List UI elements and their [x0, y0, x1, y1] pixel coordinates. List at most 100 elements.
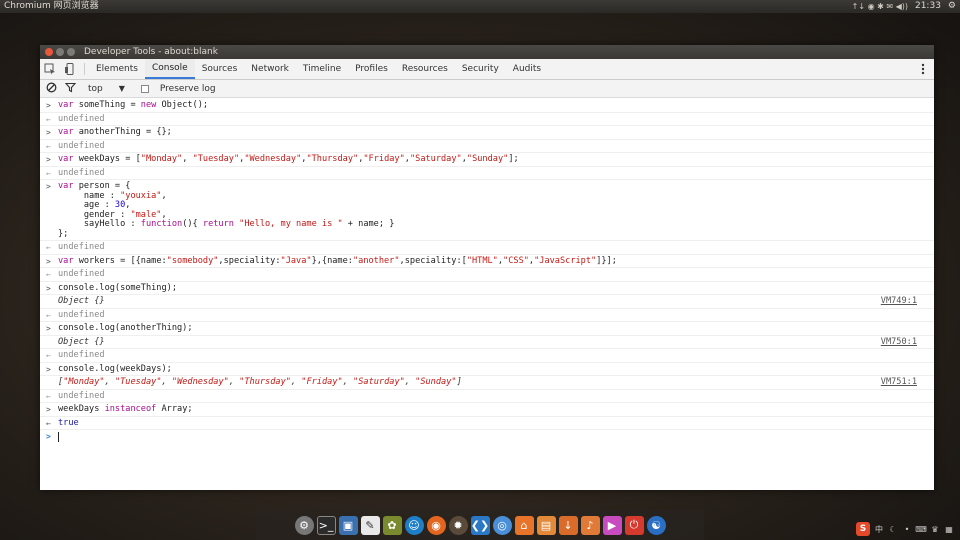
- source-link[interactable]: VM749:1: [881, 296, 917, 307]
- input-chevron-icon: >: [46, 101, 51, 110]
- console-input-line: > var weekDays = ["Monday", "Tuesday","We…: [40, 153, 934, 167]
- tray-dot-icon[interactable]: •: [902, 524, 912, 534]
- console-result-line: ← undefined: [40, 390, 934, 403]
- console-result-line: ← true: [40, 417, 934, 430]
- tab-console[interactable]: Console: [144, 59, 195, 79]
- documents-folder-icon[interactable]: ▤: [536, 515, 556, 535]
- tab-resources[interactable]: Resources: [395, 59, 455, 79]
- source-link[interactable]: VM751:1: [881, 377, 917, 388]
- result-arrow-icon: ←: [46, 270, 51, 279]
- console-input-line: > weekDays instanceof Array;: [40, 403, 934, 417]
- close-window-button[interactable]: [45, 48, 53, 56]
- input-chevron-icon: >: [46, 256, 51, 266]
- shutdown-icon[interactable]: ⏻: [624, 515, 644, 535]
- tab-audits[interactable]: Audits: [506, 59, 548, 79]
- tray-moon-icon[interactable]: ☾: [888, 524, 898, 534]
- tab-network[interactable]: Network: [244, 59, 296, 79]
- tray-icons[interactable]: ↑↓ ◉ ✱ ✉ ◀)): [852, 0, 908, 13]
- tab-sources[interactable]: Sources: [195, 59, 245, 79]
- console-result-line: ← undefined: [40, 113, 934, 126]
- input-method-icon[interactable]: S: [856, 522, 870, 536]
- window-title: Developer Tools - about:blank: [84, 47, 218, 57]
- system-tray: ↑↓ ◉ ✱ ✉ ◀)) 21:33 ⚙: [852, 0, 956, 13]
- bottom-tray: S 中 ☾ • ⌨ ♛ ▦: [856, 522, 954, 536]
- music-folder-icon[interactable]: ♪: [580, 515, 600, 535]
- console-input-line: > console.log(weekDays);: [40, 363, 934, 376]
- input-chevron-icon: >: [46, 155, 51, 164]
- source-link[interactable]: VM750:1: [881, 337, 917, 348]
- prompt-chevron-icon: >: [46, 432, 51, 441]
- tab-timeline[interactable]: Timeline: [296, 59, 348, 79]
- console-log-line: Object {} VM750:1: [40, 336, 934, 349]
- console-input-line: > console.log(someThing);: [40, 282, 934, 295]
- tray-keyboard-icon[interactable]: ⌨: [915, 524, 927, 534]
- devtools-window: Developer Tools - about:blank Elements C…: [40, 45, 934, 490]
- input-chevron-icon: >: [46, 364, 51, 374]
- tray-shirt-icon[interactable]: ♛: [930, 524, 940, 534]
- tray-lang-icon[interactable]: 中: [874, 524, 884, 534]
- console-prompt[interactable]: >: [40, 430, 934, 445]
- gear-app-icon[interactable]: ✹: [448, 515, 468, 535]
- input-chevron-icon: >: [46, 283, 51, 293]
- tab-spacer: [548, 59, 912, 79]
- power-icon[interactable]: ⚙: [948, 0, 956, 13]
- tab-separator: [84, 63, 85, 75]
- filter-icon[interactable]: [64, 82, 77, 96]
- more-options-icon[interactable]: [912, 59, 934, 79]
- application-dock: ⚙ >_ ▣ ✎ ✿ ☺ ◉ ✹ ❮❯ ◎ ⌂ ▤ ↓ ♪ ▶ ⏻ ☯: [256, 510, 704, 540]
- clear-console-icon[interactable]: [46, 82, 57, 96]
- input-chevron-icon: >: [46, 182, 51, 191]
- clock[interactable]: 21:33: [915, 0, 941, 13]
- vscode-app-icon[interactable]: ❮❯: [470, 515, 490, 535]
- console-log-line: ["Monday", "Tuesday", "Wednesday", "Thur…: [40, 376, 934, 390]
- system-top-bar: Chromium 网页浏览器 ↑↓ ◉ ✱ ✉ ◀)) 21:33 ⚙: [0, 0, 960, 13]
- video-app-icon[interactable]: ▶: [602, 515, 622, 535]
- panel-tab-bar: Elements Console Sources Network Timelin…: [40, 59, 934, 80]
- console-result-line: ← undefined: [40, 167, 934, 180]
- image-app-icon[interactable]: ✿: [382, 515, 402, 535]
- console-output[interactable]: > var someThing = new Object(); ← undefine…: [40, 98, 934, 445]
- result-arrow-icon: ←: [46, 310, 51, 320]
- monitor-app-icon[interactable]: ▣: [338, 515, 358, 535]
- device-mode-icon[interactable]: [60, 59, 80, 79]
- tray-grid-icon[interactable]: ▦: [944, 524, 954, 534]
- console-input-line: > console.log(anotherThing);: [40, 322, 934, 336]
- result-arrow-icon: ←: [46, 243, 51, 252]
- result-arrow-icon: ←: [46, 141, 51, 151]
- console-result-line: ← undefined: [40, 349, 934, 363]
- console-log-line: Object {} VM749:1: [40, 295, 934, 309]
- app-title: Chromium 网页浏览器: [4, 1, 99, 11]
- accessibility-icon[interactable]: ☯: [646, 515, 666, 535]
- console-input-line: > var person = { name : "youxia", age : 3…: [40, 180, 934, 241]
- text-caret: [58, 432, 59, 442]
- maximize-window-button[interactable]: [67, 48, 75, 56]
- context-selector[interactable]: top: [88, 84, 103, 94]
- minimize-window-button[interactable]: [56, 48, 64, 56]
- result-arrow-icon: ←: [46, 351, 51, 360]
- console-toolbar: top ▼ Preserve log: [40, 80, 934, 98]
- console-input-line: > var workers = [{name:"somebody",special…: [40, 255, 934, 268]
- window-titlebar: Developer Tools - about:blank: [40, 45, 934, 59]
- tab-elements[interactable]: Elements: [89, 59, 145, 79]
- qq-app-icon[interactable]: ☺: [404, 515, 424, 535]
- inspect-element-icon[interactable]: [40, 59, 60, 79]
- result-arrow-icon: ←: [46, 391, 51, 401]
- console-result-line: ← undefined: [40, 241, 934, 255]
- tab-security[interactable]: Security: [455, 59, 506, 79]
- downloads-folder-icon[interactable]: ↓: [558, 515, 578, 535]
- settings-app-icon[interactable]: ⚙: [294, 515, 314, 535]
- console-input-line: > var someThing = new Object();: [40, 99, 934, 113]
- context-dropdown-icon[interactable]: ▼: [119, 84, 125, 93]
- console-result-line: ← undefined: [40, 140, 934, 153]
- result-arrow-icon: ←: [46, 168, 51, 178]
- preserve-log-checkbox[interactable]: [140, 84, 149, 93]
- console-result-line: ← undefined: [40, 268, 934, 282]
- firefox-app-icon[interactable]: ◉: [426, 515, 446, 535]
- text-editor-app-icon[interactable]: ✎: [360, 515, 380, 535]
- input-chevron-icon: >: [46, 324, 51, 333]
- terminal-app-icon[interactable]: >_: [316, 515, 336, 535]
- chromium-app-icon[interactable]: ◎: [492, 515, 512, 535]
- input-chevron-icon: >: [46, 128, 51, 137]
- tab-profiles[interactable]: Profiles: [348, 59, 395, 79]
- home-folder-icon[interactable]: ⌂: [514, 515, 534, 535]
